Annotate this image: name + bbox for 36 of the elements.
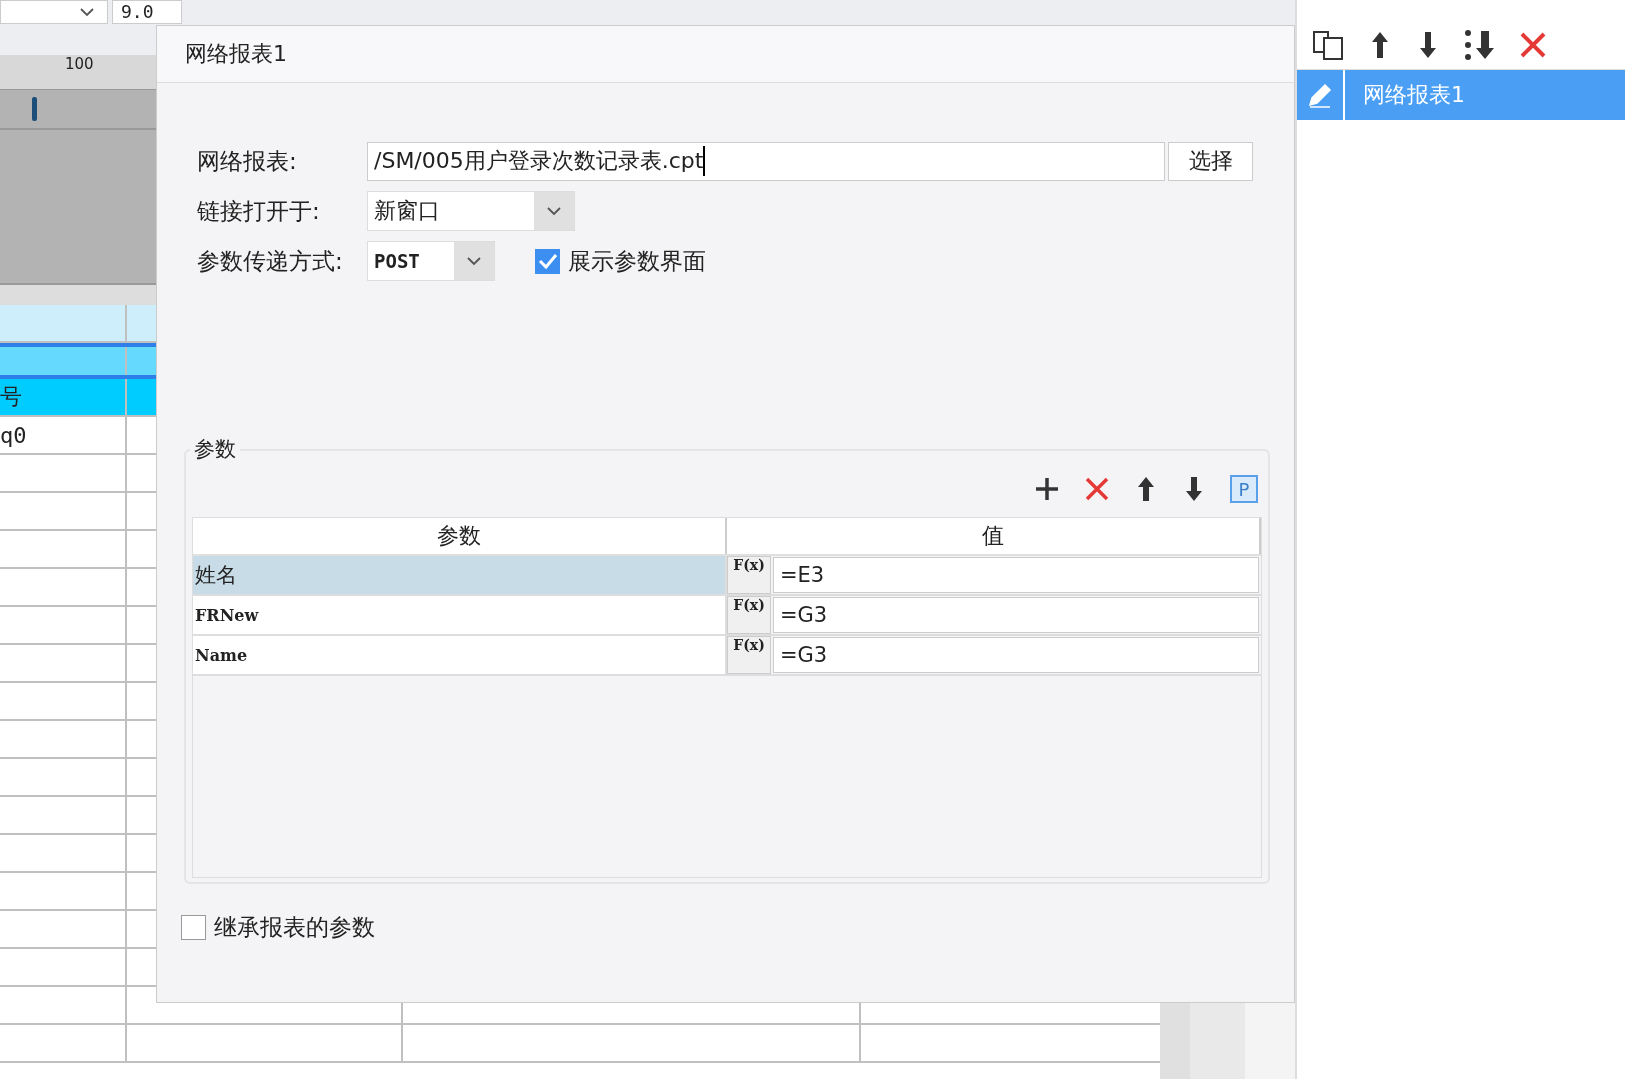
group-title: 参数 <box>190 435 240 463</box>
choose-button[interactable]: 选择 <box>1168 141 1253 181</box>
checkbox[interactable] <box>181 915 206 940</box>
open-in-dropdown[interactable]: 新窗口 <box>367 191 575 231</box>
cell-text: 号 <box>0 383 22 411</box>
column-header: 参数 <box>193 518 727 554</box>
move-to-bottom-icon[interactable] <box>1463 28 1497 61</box>
table-cell[interactable]: FRNew <box>193 596 727 634</box>
field-label: 参数传递方式: <box>197 246 344 276</box>
checkbox-label: 展示参数界面 <box>568 246 706 276</box>
formula-button[interactable]: F(x) <box>727 636 771 674</box>
value-field[interactable]: =G3 <box>773 637 1259 673</box>
column-header: 值 <box>727 518 1261 554</box>
method-dropdown[interactable]: POST <box>367 241 495 281</box>
dialog-title: 网络报表1 <box>157 26 1294 83</box>
checkbox[interactable] <box>535 248 560 274</box>
report-path-field[interactable]: /SM/005用户登录次数记录表.cpt <box>367 141 1165 181</box>
close-icon[interactable] <box>1519 30 1547 59</box>
value-field[interactable]: =E3 <box>773 557 1259 593</box>
checkbox-label: 继承报表的参数 <box>214 913 375 942</box>
font-size-field[interactable]: 9.0 <box>112 0 182 24</box>
formula-button[interactable]: F(x) <box>727 596 771 634</box>
cell-text: q0 <box>0 422 27 448</box>
formula-button[interactable]: F(x) <box>727 556 771 594</box>
checkmark-icon <box>537 252 558 270</box>
close-icon[interactable] <box>1084 476 1110 502</box>
pencil-icon <box>1307 82 1333 108</box>
copy-icon[interactable] <box>1311 28 1345 61</box>
field-label: 网络报表: <box>197 146 298 176</box>
ruler-label: 100 <box>65 55 94 73</box>
add-icon[interactable] <box>1034 476 1060 502</box>
table-cell[interactable]: 姓名 <box>193 556 727 594</box>
value-field[interactable]: =G3 <box>773 597 1259 633</box>
field-label: 链接打开于: <box>197 196 321 226</box>
slider-handle[interactable] <box>32 97 37 121</box>
table-cell[interactable]: Name <box>193 636 727 674</box>
